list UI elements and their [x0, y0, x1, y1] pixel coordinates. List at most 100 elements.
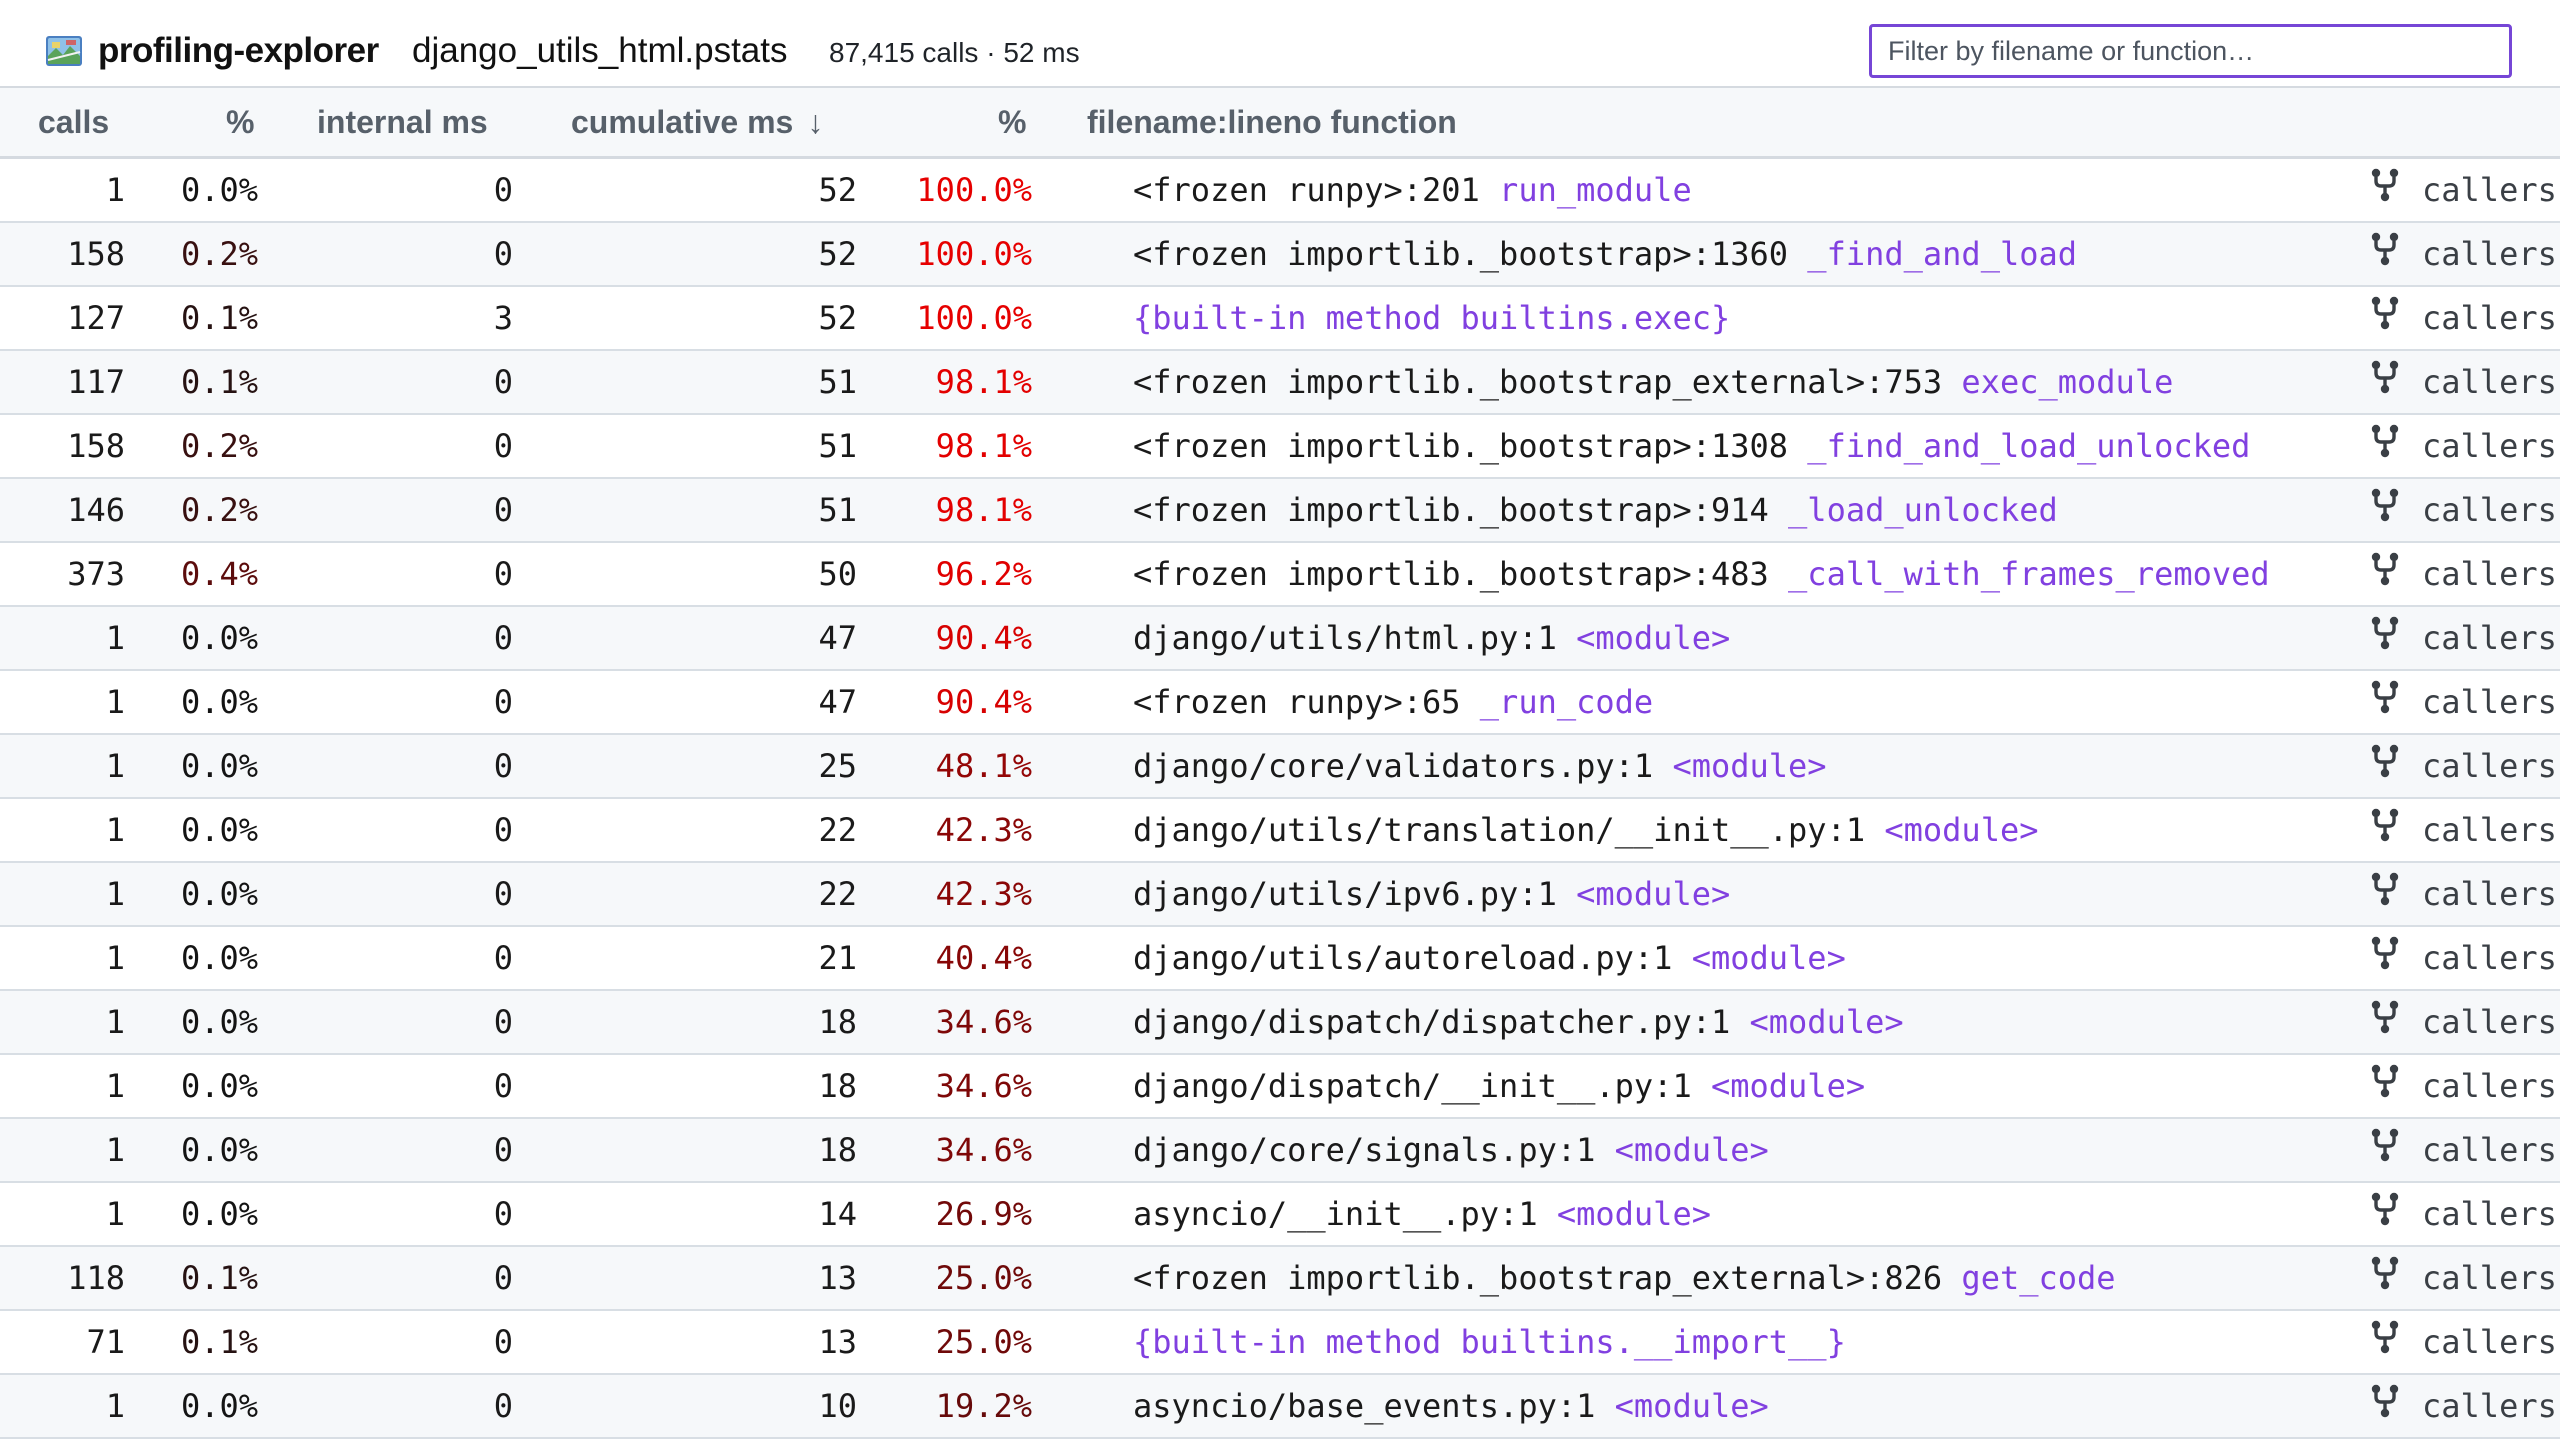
- cell-percent-internal: 0.0%: [180, 1195, 258, 1233]
- callers-label: callers: [2422, 1387, 2557, 1425]
- cell-internal-ms: 0: [493, 939, 513, 977]
- callers-label: callers: [2422, 299, 2557, 337]
- function-name[interactable]: <module>: [1557, 1195, 1711, 1233]
- function-name[interactable]: <module>: [1576, 875, 1730, 913]
- callers-button[interactable]: callers: [2368, 927, 2557, 989]
- cell-cumulative-ms: 47: [818, 619, 857, 657]
- function-name[interactable]: <module>: [1750, 1003, 1904, 1041]
- cell-percent-internal: 0.0%: [180, 171, 258, 209]
- cell-function: <frozen runpy>:201 run_module: [1133, 159, 1692, 221]
- cell-function: django/core/signals.py:1 <module>: [1133, 1119, 1769, 1181]
- filename-lineno: django/utils/html.py:1: [1133, 619, 1577, 657]
- col-header-cumulative-ms[interactable]: cumulative ms ↓: [571, 88, 823, 156]
- brand[interactable]: profiling-explorer: [46, 28, 379, 74]
- callers-button[interactable]: callers: [2368, 159, 2557, 221]
- callers-button[interactable]: callers: [2368, 1183, 2557, 1245]
- callers-button[interactable]: callers: [2368, 735, 2557, 797]
- cell-percent-cumulative: 90.4%: [935, 619, 1032, 657]
- callers-button[interactable]: callers: [2368, 543, 2557, 605]
- cell-calls: 373: [67, 555, 125, 593]
- cell-percent-internal: 0.0%: [180, 747, 258, 785]
- table-row: 1 0.0% 0 18 34.6% django/dispatch/dispat…: [0, 991, 2560, 1055]
- callers-button[interactable]: callers: [2368, 223, 2557, 285]
- callers-button[interactable]: callers: [2368, 607, 2557, 669]
- table-row: 1 0.0% 0 52 100.0% <frozen runpy>:201 ru…: [0, 159, 2560, 223]
- cell-function: <frozen importlib._bootstrap_external>:8…: [1133, 1247, 2116, 1309]
- fork-icon: [2368, 1256, 2422, 1291]
- cell-internal-ms: 0: [493, 1131, 513, 1169]
- function-name[interactable]: <module>: [1692, 939, 1846, 977]
- cell-calls: 118: [67, 1259, 125, 1297]
- function-name[interactable]: _run_code: [1480, 683, 1653, 721]
- cell-calls: 1: [105, 619, 125, 657]
- table-row: 118 0.1% 0 13 25.0% <frozen importlib._b…: [0, 1247, 2560, 1311]
- col-header-percent-internal[interactable]: %: [226, 88, 254, 156]
- col-header-internal-ms[interactable]: internal ms: [317, 88, 488, 156]
- cell-calls: 1: [105, 1131, 125, 1169]
- cell-function: <frozen importlib._bootstrap>:1360 _find…: [1133, 223, 2077, 285]
- filename-lineno: asyncio/__init__.py:1: [1133, 1195, 1557, 1233]
- function-name[interactable]: <module>: [1672, 747, 1826, 785]
- col-header-percent-cumulative[interactable]: %: [998, 88, 1026, 156]
- callers-button[interactable]: callers: [2368, 287, 2557, 349]
- cell-percent-cumulative: 25.0%: [935, 1259, 1032, 1297]
- callers-button[interactable]: callers: [2368, 1311, 2557, 1373]
- function-name[interactable]: run_module: [1499, 171, 1692, 209]
- function-name[interactable]: <module>: [1711, 1067, 1865, 1105]
- cell-internal-ms: 0: [493, 747, 513, 785]
- cell-function: <frozen importlib._bootstrap>:1308 _find…: [1133, 415, 2250, 477]
- callers-button[interactable]: callers: [2368, 991, 2557, 1053]
- filename-lineno: django/utils/ipv6.py:1: [1133, 875, 1577, 913]
- callers-button[interactable]: callers: [2368, 351, 2557, 413]
- cell-percent-internal: 0.1%: [180, 363, 258, 401]
- table-row: 158 0.2% 0 52 100.0% <frozen importlib._…: [0, 223, 2560, 287]
- cell-percent-cumulative: 100.0%: [916, 299, 1032, 337]
- top-bar: profiling-explorer django_utils_html.pst…: [0, 0, 2560, 88]
- function-name[interactable]: exec_module: [1961, 363, 2173, 401]
- callers-button[interactable]: callers: [2368, 479, 2557, 541]
- function-name[interactable]: <module>: [1576, 619, 1730, 657]
- cell-calls: 146: [67, 491, 125, 529]
- cell-cumulative-ms: 18: [818, 1003, 857, 1041]
- function-name[interactable]: _find_and_load_unlocked: [1807, 427, 2250, 465]
- callers-label: callers: [2422, 427, 2557, 465]
- cell-percent-cumulative: 42.3%: [935, 875, 1032, 913]
- cell-internal-ms: 0: [493, 491, 513, 529]
- callers-button[interactable]: callers: [2368, 1375, 2557, 1437]
- fork-icon: [2368, 1128, 2422, 1163]
- app-title: profiling-explorer: [98, 31, 379, 70]
- fork-icon: [2368, 1192, 2422, 1227]
- cell-internal-ms: 0: [493, 1067, 513, 1105]
- cell-cumulative-ms: 51: [818, 427, 857, 465]
- table-row: 1 0.0% 0 10 19.2% asyncio/base_events.py…: [0, 1375, 2560, 1439]
- cell-calls: 1: [105, 1067, 125, 1105]
- cell-cumulative-ms: 22: [818, 811, 857, 849]
- callers-button[interactable]: callers: [2368, 671, 2557, 733]
- cell-calls: 1: [105, 1003, 125, 1041]
- file-stats: 87,415 calls · 52 ms: [829, 37, 1080, 68]
- callers-button[interactable]: callers: [2368, 1055, 2557, 1117]
- callers-button[interactable]: callers: [2368, 1247, 2557, 1309]
- cell-cumulative-ms: 51: [818, 491, 857, 529]
- cell-cumulative-ms: 14: [818, 1195, 857, 1233]
- function-name[interactable]: _find_and_load: [1807, 235, 2077, 273]
- function-name[interactable]: {built-in method builtins.__import__}: [1133, 1323, 1846, 1361]
- fork-icon: [2368, 1000, 2422, 1035]
- function-name[interactable]: <module>: [1615, 1131, 1769, 1169]
- col-header-calls[interactable]: calls: [38, 88, 109, 156]
- callers-button[interactable]: callers: [2368, 415, 2557, 477]
- filter-input[interactable]: [1869, 24, 2512, 78]
- function-name[interactable]: _load_unlocked: [1788, 491, 2058, 529]
- function-name[interactable]: _call_with_frames_removed: [1788, 555, 2270, 593]
- table-row: 117 0.1% 0 51 98.1% <frozen importlib._b…: [0, 351, 2560, 415]
- callers-button[interactable]: callers: [2368, 1119, 2557, 1181]
- cell-percent-internal: 0.1%: [180, 1323, 258, 1361]
- callers-button[interactable]: callers: [2368, 799, 2557, 861]
- function-name[interactable]: <module>: [1884, 811, 2038, 849]
- callers-button[interactable]: callers: [2368, 863, 2557, 925]
- function-name[interactable]: <module>: [1615, 1387, 1769, 1425]
- filename-lineno: django/utils/translation/__init__.py:1: [1133, 811, 1885, 849]
- function-name[interactable]: get_code: [1961, 1259, 2115, 1297]
- cell-internal-ms: 0: [493, 875, 513, 913]
- function-name[interactable]: {built-in method builtins.exec}: [1133, 299, 1730, 337]
